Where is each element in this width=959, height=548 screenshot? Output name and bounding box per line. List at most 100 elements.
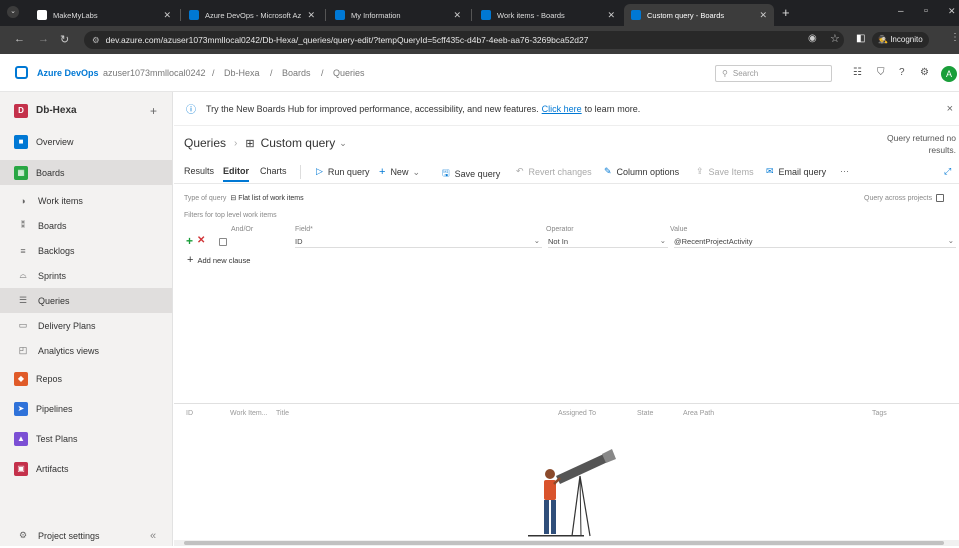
delete-clause-icon[interactable]: ✕ xyxy=(197,235,205,246)
browser-tab-makemylabs[interactable]: MakeMyLabs ✕ xyxy=(30,4,178,26)
close-window-button[interactable]: ✕ xyxy=(948,6,956,17)
search-box[interactable]: ⚲ Search xyxy=(715,65,832,82)
more-actions-button[interactable]: ··· xyxy=(840,166,849,176)
save-items-button[interactable]: ⇪ Save Items xyxy=(696,166,754,177)
sidebar-item-analytics-views[interactable]: ◰ Analytics views xyxy=(0,338,172,363)
horizontal-scrollbar[interactable] xyxy=(174,540,959,546)
sidebar-item-work-items[interactable]: ◑ Work items xyxy=(0,188,172,213)
save-items-icon: ⇪ xyxy=(696,166,704,176)
reload-icon[interactable]: ↻ xyxy=(60,33,69,46)
info-banner: ⓘ Try the New Boards Hub for improved pe… xyxy=(174,92,959,126)
queries-icon: ☰ xyxy=(18,295,28,305)
tab-search-button[interactable]: ⌄ xyxy=(7,6,19,18)
sidebar-item-boards[interactable]: ▦ Boards xyxy=(0,160,172,185)
help-icon[interactable]: ? xyxy=(899,67,905,78)
page-link[interactable]: Queries xyxy=(333,68,365,78)
maximize-button[interactable]: ▫ xyxy=(924,5,928,17)
incognito-badge[interactable]: 🕵 Incognito xyxy=(872,32,929,48)
sidebar-item-artifacts[interactable]: ▣ Artifacts xyxy=(0,456,172,481)
add-new-clause-button[interactable]: + Add new clause xyxy=(187,254,250,266)
grid-col-tags[interactable]: Tags xyxy=(872,410,887,417)
tab-results[interactable]: Results xyxy=(184,166,214,176)
browser-tab-azure-devops[interactable]: Azure DevOps - Microsoft Azu ✕ xyxy=(182,4,322,26)
banner-link[interactable]: Click here xyxy=(542,104,582,114)
section-link[interactable]: Boards xyxy=(282,68,311,78)
tab-editor[interactable]: Editor xyxy=(223,166,249,182)
operator-dropdown[interactable]: Not In ⌄ xyxy=(548,236,668,248)
revert-changes-button[interactable]: ↶ Revert changes xyxy=(516,166,592,177)
sprints-icon: ⌓ xyxy=(19,270,27,280)
query-name[interactable]: Custom query xyxy=(261,136,336,150)
project-settings-link[interactable]: ⚙ Project settings « xyxy=(0,523,172,548)
grid-col-state[interactable]: State xyxy=(637,410,653,417)
chevron-down-icon[interactable]: ⌄ xyxy=(339,138,347,149)
org-link[interactable]: azuser1073mmllocal0242 xyxy=(103,68,206,78)
sidebar-item-boards-kanban[interactable]: ⁑ Boards xyxy=(0,213,172,238)
sidebar-item-test-plans[interactable]: ▲ Test Plans xyxy=(0,426,172,451)
sidepanel-icon[interactable]: ◧ xyxy=(856,33,865,44)
tab-charts[interactable]: Charts xyxy=(260,166,287,176)
artifacts-icon: ▣ xyxy=(14,461,28,476)
sidebar-item-queries[interactable]: ☰ Queries xyxy=(0,288,172,313)
minimize-button[interactable]: – xyxy=(898,6,904,17)
browser-menu-icon[interactable]: ⋮ xyxy=(950,32,959,43)
column-options-button[interactable]: ✎ Column options xyxy=(604,166,679,177)
add-icon[interactable]: + xyxy=(150,104,157,118)
site-info-icon[interactable]: ⚙ xyxy=(92,35,100,46)
collapse-sidebar-icon[interactable]: « xyxy=(150,530,156,542)
expand-icon[interactable]: ⤢ xyxy=(944,166,951,177)
grid-col-id[interactable]: ID xyxy=(186,410,193,417)
add-clause-icon[interactable]: + xyxy=(186,234,193,248)
close-tab-icon[interactable]: ✕ xyxy=(307,10,315,21)
new-tab-button[interactable]: + xyxy=(782,5,790,20)
query-type-dropdown[interactable]: ⊟ Flat list of work items xyxy=(230,194,303,203)
save-query-button[interactable]: 🖫 Save query xyxy=(442,166,500,182)
query-status: Query returned no results. xyxy=(887,133,956,155)
azure-devops-logo-icon[interactable] xyxy=(15,66,28,79)
run-query-button[interactable]: ▷ Run query xyxy=(316,166,369,177)
brand-link[interactable]: Azure DevOps xyxy=(37,68,99,78)
undo-icon: ↶ xyxy=(516,166,524,176)
settings-list-icon[interactable]: ☷ xyxy=(853,67,862,78)
query-across-projects[interactable]: Query across projects xyxy=(864,194,945,202)
project-link[interactable]: Db-Hexa xyxy=(224,68,260,78)
bookmark-icon[interactable]: ☆ xyxy=(830,32,840,45)
new-button[interactable]: + New ⌄ xyxy=(379,166,420,178)
banner-close-icon[interactable]: × xyxy=(947,103,953,115)
grid-col-assigned-to[interactable]: Assigned To xyxy=(558,410,596,417)
sidebar-item-overview[interactable]: ■ Overview xyxy=(0,129,172,154)
email-query-button[interactable]: ✉ Email query xyxy=(766,166,826,177)
sidebar-item-delivery-plans[interactable]: ▭ Delivery Plans xyxy=(0,313,172,338)
grid-col-work-item-type[interactable]: Work Item... xyxy=(230,410,268,417)
url-field[interactable]: ⚙ dev.azure.com/azuser1073mmllocal0242/D… xyxy=(84,31,844,49)
field-dropdown[interactable]: ID ⌄ xyxy=(295,236,542,248)
forward-icon[interactable]: → xyxy=(38,33,49,45)
back-icon[interactable]: ← xyxy=(14,33,25,45)
scrollbar-thumb[interactable] xyxy=(184,541,944,545)
tracking-protection-icon[interactable]: ◉ xyxy=(808,33,817,44)
field-header: Field* xyxy=(295,226,313,233)
marketplace-icon[interactable]: ⛉ xyxy=(877,67,885,78)
sidebar-item-sprints[interactable]: ⌓ Sprints xyxy=(0,263,172,288)
close-tab-icon[interactable]: ✕ xyxy=(607,10,615,21)
close-tab-icon[interactable]: ✕ xyxy=(759,10,767,21)
queries-breadcrumb-link[interactable]: Queries xyxy=(184,136,226,150)
browser-tab-custom-query[interactable]: Custom query - Boards ✕ xyxy=(624,4,774,26)
user-settings-icon[interactable]: ⚙ xyxy=(920,67,929,78)
clause-checkbox[interactable] xyxy=(219,238,227,246)
close-tab-icon[interactable]: ✕ xyxy=(453,10,461,21)
browser-tab-work-items[interactable]: Work items - Boards ✕ xyxy=(474,4,622,26)
close-tab-icon[interactable]: ✕ xyxy=(163,10,171,21)
chevron-down-icon: ⌄ xyxy=(659,236,666,245)
kanban-icon: ⁑ xyxy=(20,220,26,230)
sidebar-item-pipelines[interactable]: ➤ Pipelines xyxy=(0,396,172,421)
sidebar-item-repos[interactable]: ◆ Repos xyxy=(0,366,172,391)
sidebar-item-backlogs[interactable]: ≡ Backlogs xyxy=(0,238,172,263)
grid-col-title[interactable]: Title xyxy=(276,410,289,417)
grid-col-area-path[interactable]: Area Path xyxy=(683,410,714,417)
avatar[interactable]: A xyxy=(941,66,957,82)
project-selector[interactable]: D Db-Hexa + xyxy=(0,98,172,123)
value-dropdown[interactable]: @RecentProjectActivity ⌄ xyxy=(674,236,956,248)
browser-tab-my-information[interactable]: My Information ✕ xyxy=(328,4,468,26)
query-across-projects-checkbox[interactable] xyxy=(936,194,945,202)
